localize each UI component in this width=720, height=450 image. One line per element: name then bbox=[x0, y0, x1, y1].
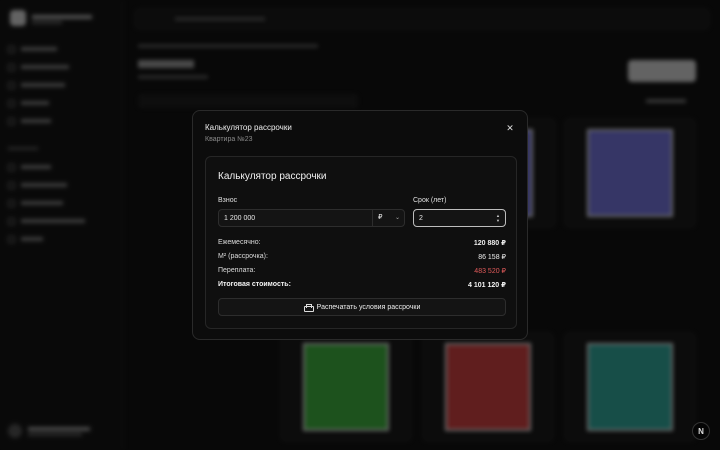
down-payment-label: Взнос bbox=[218, 197, 238, 204]
term-stepper[interactable]: ▲ ▼ bbox=[495, 213, 501, 223]
currency-select[interactable]: ₽ ⌄ bbox=[372, 210, 404, 226]
result-label: Переплата: bbox=[218, 267, 256, 274]
result-row-monthly: Ежемесячно: 120 880 ₽ bbox=[218, 239, 506, 251]
result-value: 86 158 ₽ bbox=[478, 254, 506, 261]
help-fab-button[interactable]: N bbox=[692, 422, 710, 440]
result-value: 483 520 ₽ bbox=[474, 268, 506, 275]
printer-icon bbox=[303, 303, 314, 312]
calculator-panel: Калькулятор рассрочки Взнос Срок (лет) ₽… bbox=[205, 156, 517, 329]
result-value: 120 880 ₽ bbox=[473, 240, 506, 247]
result-row-total: Итоговая стоимость: 4 101 120 ₽ bbox=[218, 281, 506, 293]
result-value: 4 101 120 ₽ bbox=[468, 282, 506, 289]
result-label: Ежемесячно: bbox=[218, 239, 261, 246]
down-payment-input[interactable] bbox=[219, 210, 372, 226]
term-input[interactable] bbox=[414, 210, 490, 226]
chevron-down-icon: ⌄ bbox=[394, 215, 400, 221]
result-label: М² (рассрочка): bbox=[218, 253, 268, 260]
modal-subtitle: Квартира №23 bbox=[205, 136, 253, 143]
term-label: Срок (лет) bbox=[413, 197, 447, 204]
result-label: Итоговая стоимость: bbox=[218, 281, 291, 288]
result-row-sqm: М² (рассрочка): 86 158 ₽ bbox=[218, 253, 506, 265]
stepper-down-icon[interactable]: ▼ bbox=[495, 218, 501, 223]
close-icon[interactable]: ✕ bbox=[503, 121, 517, 135]
installment-calculator-modal: Калькулятор рассрочки Квартира №23 ✕ Кал… bbox=[192, 110, 528, 340]
calculator-title: Калькулятор рассрочки bbox=[218, 171, 327, 182]
currency-value: ₽ bbox=[378, 214, 383, 221]
down-payment-field: ₽ ⌄ bbox=[218, 209, 405, 227]
print-terms-button[interactable]: Распечатать условия рассрочки bbox=[218, 298, 506, 316]
print-terms-label: Распечатать условия рассрочки bbox=[316, 303, 421, 311]
term-field: ▲ ▼ bbox=[413, 209, 506, 227]
result-row-overpayment: Переплата: 483 520 ₽ bbox=[218, 267, 506, 279]
modal-title: Калькулятор рассрочки bbox=[205, 123, 292, 132]
